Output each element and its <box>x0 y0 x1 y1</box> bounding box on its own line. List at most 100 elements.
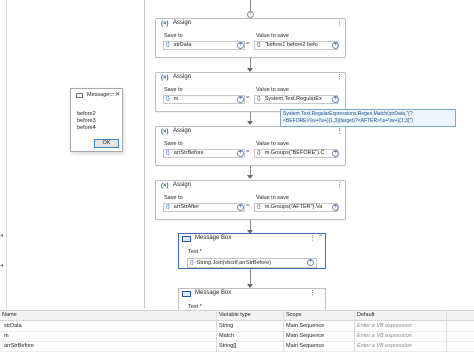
variable-default[interactable]: Enter a VB expression <box>357 323 412 329</box>
variable-icon: {} <box>257 96 261 102</box>
activity-title: Assign <box>173 128 192 134</box>
add-value-icon[interactable]: + <box>307 259 314 266</box>
save-to-value: strData <box>173 42 192 48</box>
activity-title: Message Box <box>195 235 232 241</box>
table-row[interactable]: m Match Main Sequence Enter a VB express… <box>0 332 474 342</box>
value-field[interactable]: {} "before1 before2 befo <box>254 41 338 50</box>
save-to-label: Save to <box>164 33 183 39</box>
column-divider <box>216 310 217 352</box>
save-to-field[interactable]: {} m <box>163 95 245 104</box>
more-options-icon[interactable]: ⋮ <box>336 127 343 135</box>
dialog-text-line: before4 <box>77 125 96 131</box>
equals-sign: = <box>246 95 250 101</box>
table-row[interactable]: strData String Main Sequence Enter a VB … <box>0 322 474 332</box>
value-to-save-label: Value to save <box>256 87 289 93</box>
variable-icon: {} <box>257 204 261 210</box>
value-field[interactable]: {} System.Text.RegularEx <box>254 95 338 104</box>
table-row[interactable]: arrStrBefore String[] Main Sequence Ente… <box>0 342 474 352</box>
value-text: m.Groups("BEFORE").C <box>264 150 325 156</box>
variable-type[interactable]: String <box>219 323 233 329</box>
variable-default[interactable]: Enter a VB expression <box>357 343 412 349</box>
value-text: System.Text.RegularEx <box>264 96 322 102</box>
save-to-value: arrStrAfter <box>173 204 200 210</box>
more-options-icon[interactable]: ⋮ <box>336 73 343 81</box>
minimize-icon[interactable]: — <box>108 91 114 97</box>
message-box-icon <box>182 236 191 242</box>
variable-icon: {} <box>166 96 170 102</box>
column-header-default[interactable]: Default <box>357 312 374 318</box>
variable-type[interactable]: Match <box>219 333 234 339</box>
value-field[interactable]: {} m.Groups("AFTER").Va <box>254 203 338 212</box>
more-options-icon[interactable]: ⋮ <box>309 289 316 297</box>
assign-icon: (×) <box>161 183 169 189</box>
assign-activity[interactable]: (×) Assign ⋮ Save to Value to save {} arr… <box>155 126 346 166</box>
add-variable-icon[interactable]: + <box>237 204 244 211</box>
equals-sign: = <box>246 149 250 155</box>
save-to-field[interactable]: {} strData <box>163 41 245 50</box>
variable-scope[interactable]: Main Sequence <box>286 343 324 349</box>
column-divider <box>354 310 355 352</box>
variable-default[interactable]: Enter a VB expression <box>357 333 412 339</box>
value-field[interactable]: {} m.Groups("BEFORE").C <box>254 149 338 158</box>
collapse-icon[interactable]: ⌃ <box>318 234 323 241</box>
save-to-label: Save to <box>164 87 183 93</box>
add-variable-icon[interactable]: + <box>237 96 244 103</box>
canvas-divider <box>144 0 145 308</box>
variable-icon: {} <box>257 150 261 156</box>
add-activity-icon[interactable]: + <box>247 11 254 18</box>
activity-title: Assign <box>173 74 192 80</box>
value-to-save-label: Value to save <box>256 141 289 147</box>
save-to-label: Save to <box>164 195 183 201</box>
window-icon <box>76 93 83 98</box>
save-to-value: arrStrBefore <box>173 150 204 156</box>
activity-header: (×) Assign ⋮ <box>156 73 345 84</box>
close-icon[interactable]: ✕ <box>115 91 120 98</box>
value-to-save-label: Value to save <box>256 33 289 39</box>
variable-scope[interactable]: Main Sequence <box>286 323 324 329</box>
message-dialog: Message... — ✕ before2 before3 before4 O… <box>70 88 123 152</box>
variable-icon: {} <box>166 150 170 156</box>
assign-activity[interactable]: (×) Assign ⋮ Save to Value to save {} str… <box>155 18 346 58</box>
value-text: "before1 before2 befo <box>264 42 318 48</box>
activity-title: Assign <box>173 20 192 26</box>
equals-sign: = <box>246 41 250 47</box>
activity-header: (×) Assign ⋮ <box>156 181 345 192</box>
more-options-icon[interactable]: ⋮ <box>336 181 343 189</box>
dialog-text-line: before2 <box>77 111 96 117</box>
left-panel-edge: ◂ ◂ <box>0 0 7 308</box>
variables-panel: Name Variable type Scope Default strData… <box>0 310 474 352</box>
variable-name[interactable]: strData <box>4 323 22 329</box>
more-options-icon[interactable]: ⋮ <box>309 234 316 242</box>
save-to-value: m <box>173 96 179 102</box>
variable-type[interactable]: String[] <box>219 343 236 349</box>
activity-header: (×) Assign ⋮ <box>156 19 345 30</box>
assign-activity[interactable]: (×) Assign ⋮ Save to Value to save {} arr… <box>155 180 346 220</box>
variable-scope[interactable]: Main Sequence <box>286 333 324 339</box>
variable-icon: {} <box>257 42 261 48</box>
add-value-icon[interactable]: + <box>332 150 339 157</box>
save-to-field[interactable]: {} arrStrBefore <box>163 149 245 158</box>
add-value-icon[interactable]: + <box>332 96 339 103</box>
column-header-type[interactable]: Variable type <box>219 312 251 318</box>
column-header-name[interactable]: Name <box>2 312 17 318</box>
equals-sign: = <box>246 203 250 209</box>
text-field[interactable]: {} String.Join(vbcrlf,arrStrBefore) <box>187 258 317 268</box>
save-to-field[interactable]: {} arrStrAfter <box>163 203 245 212</box>
assign-icon: (×) <box>161 75 169 81</box>
column-divider <box>283 310 284 352</box>
assign-activity[interactable]: (×) Assign ⋮ Save to Value to save {} m +… <box>155 72 346 112</box>
more-options-icon[interactable]: ⋮ <box>336 19 343 27</box>
add-value-icon[interactable]: + <box>332 204 339 211</box>
save-to-label: Save to <box>164 141 183 147</box>
column-divider <box>446 310 447 352</box>
add-variable-icon[interactable]: + <box>237 42 244 49</box>
flow-arrow-icon <box>247 175 253 179</box>
ok-button[interactable]: OK <box>94 139 119 148</box>
message-box-icon <box>182 291 191 297</box>
variable-name[interactable]: m <box>4 333 9 339</box>
add-variable-icon[interactable]: + <box>237 150 244 157</box>
message-box-activity[interactable]: Message Box ⋮ ⌃ Text * {} String.Join(vbc… <box>178 233 326 269</box>
add-value-icon[interactable]: + <box>332 42 339 49</box>
column-header-scope[interactable]: Scope <box>286 312 302 318</box>
variable-name[interactable]: arrStrBefore <box>4 343 34 349</box>
